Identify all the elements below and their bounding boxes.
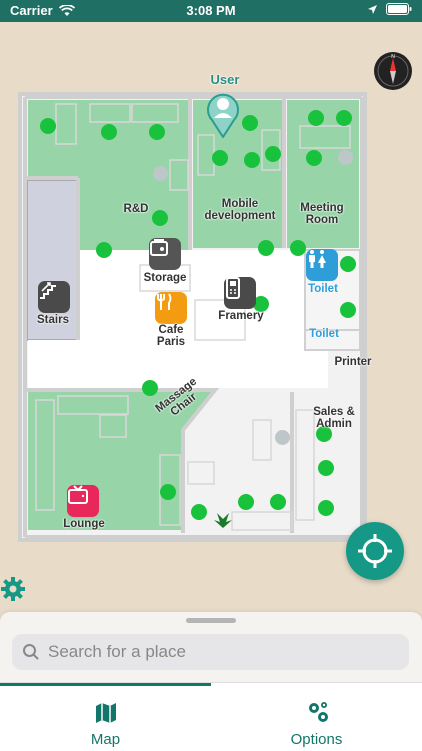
beacon-dot <box>340 302 356 318</box>
fork-knife-icon <box>157 293 172 310</box>
settings-gear-icon[interactable] <box>0 576 26 602</box>
toilet-icon <box>309 250 326 268</box>
battery-icon <box>386 3 412 15</box>
beacon-dot <box>290 240 306 256</box>
storage-icon <box>150 239 168 256</box>
beacon-dot <box>306 150 322 166</box>
plant-icon <box>214 513 232 528</box>
search-placeholder: Search for a place <box>48 642 186 661</box>
stairs-icon <box>40 282 56 299</box>
user-label: User <box>210 72 240 87</box>
sales-admin-label[interactable]: Sales & Admin <box>304 406 364 430</box>
location-arrow-icon <box>368 4 377 14</box>
room-label-mobile-development[interactable]: Mobile development <box>198 198 282 222</box>
tv-icon <box>68 485 88 504</box>
tab-options-label: Options <box>290 731 343 748</box>
sheet-drag-handle[interactable] <box>186 618 236 623</box>
status-bar: Carrier 3:08 PM <box>0 0 422 22</box>
beacon-dot <box>340 256 356 272</box>
tab-map-label: Map <box>90 731 121 748</box>
phone-booth-icon <box>226 277 240 299</box>
lounge-poi[interactable] <box>67 485 99 517</box>
bottom-sheet[interactable]: Search for a place <box>0 612 422 682</box>
beacon-dot <box>242 115 258 131</box>
map-icon <box>96 703 116 723</box>
toilet-poi[interactable] <box>306 249 338 281</box>
beacon-dot <box>258 240 274 256</box>
gears-icon <box>309 702 328 722</box>
cafe-paris-poi[interactable] <box>155 292 187 324</box>
beacon-dot <box>191 504 207 520</box>
tab-options[interactable]: Options <box>211 683 422 751</box>
inactive-beacon-dot <box>275 430 290 445</box>
tab-bar: Map Options <box>0 682 422 751</box>
inactive-beacon-dot <box>153 166 168 181</box>
room-label-meeting-room[interactable]: Meeting Room <box>292 202 352 226</box>
beacon-dot <box>308 110 324 126</box>
framery-label[interactable]: Framery <box>212 310 270 322</box>
beacon-dot <box>238 494 254 510</box>
beacon-dot <box>265 146 281 162</box>
compass-button[interactable]: N <box>374 52 412 90</box>
storage-label[interactable]: Storage <box>136 272 194 284</box>
crosshair-icon <box>358 534 392 568</box>
beacon-dot <box>336 110 352 126</box>
toilet-label-2[interactable]: Toilet <box>302 328 346 340</box>
status-right <box>367 3 412 15</box>
beacon-dot <box>270 494 286 510</box>
stairs-poi[interactable] <box>38 281 70 313</box>
beacon-dot <box>212 150 228 166</box>
beacon-dot <box>160 484 176 500</box>
storage-poi[interactable] <box>149 238 181 270</box>
user-location-pin-icon[interactable] <box>207 90 239 138</box>
search-icon <box>23 644 39 660</box>
indoor-map[interactable]: User R&D Mobile development Meeting Room… <box>0 22 422 612</box>
beacon-dot <box>318 460 334 476</box>
status-time: 3:08 PM <box>186 3 236 18</box>
stairs-label[interactable]: Stairs <box>30 314 76 326</box>
recenter-location-button[interactable] <box>346 522 404 580</box>
cafe-paris-label[interactable]: Cafe Paris <box>146 324 196 348</box>
beacon-dot <box>96 242 112 258</box>
search-input[interactable]: Search for a place <box>12 634 409 670</box>
printer-label[interactable]: Printer <box>328 356 378 368</box>
beacon-dot <box>40 118 56 134</box>
toilet-label[interactable]: Toilet <box>300 283 346 295</box>
framery-poi[interactable] <box>224 277 256 309</box>
inactive-beacon-dot <box>338 150 353 165</box>
beacon-dot <box>318 500 334 516</box>
beacon-dot <box>149 124 165 140</box>
lounge-label[interactable]: Lounge <box>56 518 112 530</box>
compass-icon: N <box>377 54 409 87</box>
beacon-dot <box>142 380 158 396</box>
beacon-dot <box>244 152 260 168</box>
tab-map[interactable]: Map <box>0 683 211 751</box>
beacon-dot <box>101 124 117 140</box>
room-label-rd[interactable]: R&D <box>116 203 156 215</box>
svg-text:N: N <box>391 54 395 60</box>
